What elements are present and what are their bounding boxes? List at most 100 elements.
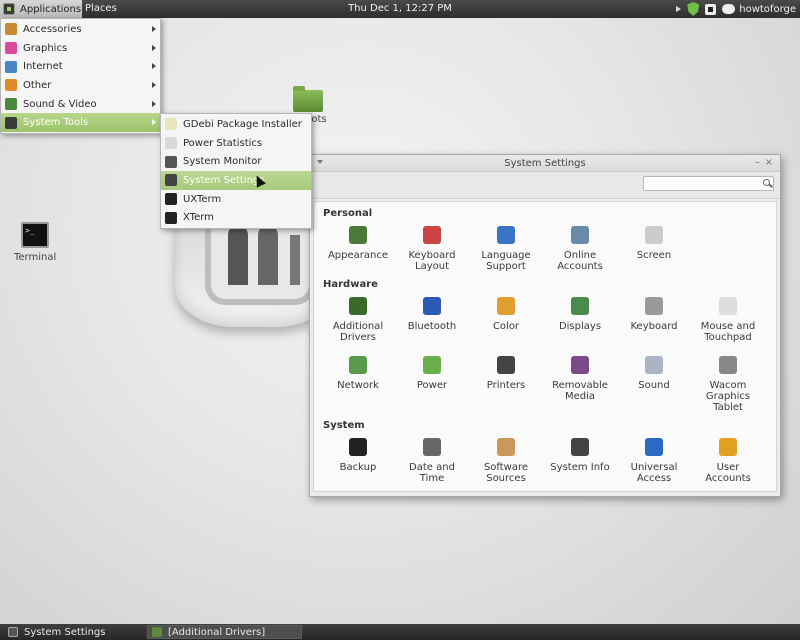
settings-item-power[interactable]: Power <box>397 356 467 391</box>
menu-item-uxterm[interactable]: UXTerm <box>161 190 311 209</box>
settings-item-displays[interactable]: Displays <box>545 297 615 332</box>
settings-item-additional-drivers[interactable]: Additional Drivers <box>323 297 393 343</box>
online-accounts-icon <box>571 226 589 244</box>
system-settings-icon <box>8 627 18 637</box>
taskbar-item-label: [Additional Drivers] <box>168 626 266 638</box>
settings-item-mouse-and-touchpad[interactable]: Mouse and Touchpad <box>693 297 763 343</box>
shield-icon[interactable] <box>687 2 700 16</box>
settings-item-online-accounts[interactable]: Online Accounts <box>545 226 615 272</box>
mouse-icon <box>719 297 737 315</box>
graphics-icon <box>5 42 17 55</box>
appearance-icon <box>349 226 367 244</box>
settings-item-universal-access[interactable]: Universal Access <box>619 438 689 484</box>
system-monitor-icon <box>165 155 177 168</box>
menu-item-label: XTerm <box>183 212 214 224</box>
chevron-right-icon <box>152 100 156 107</box>
settings-item-screen[interactable]: Screen <box>619 226 689 261</box>
menu-item-accessories[interactable]: Accessories <box>1 20 160 39</box>
bluetooth-icon <box>423 297 441 315</box>
menu-item-sound-video[interactable]: Sound & Video <box>1 95 160 114</box>
menu-item-label: Graphics <box>23 42 68 54</box>
additional-drivers-icon <box>349 297 367 315</box>
mint-logo-stroke <box>258 225 278 285</box>
system-info-icon <box>571 438 589 456</box>
settings-item-keyboard-layout[interactable]: Keyboard Layout <box>397 226 467 272</box>
menu-item-graphics[interactable]: Graphics <box>1 39 160 58</box>
section-title: Personal <box>323 208 373 219</box>
applications-menu-button[interactable]: Applications <box>0 0 82 18</box>
menu-item-system-monitor[interactable]: System Monitor <box>161 152 311 171</box>
chevron-right-icon <box>152 119 156 126</box>
search-icon[interactable] <box>763 179 770 186</box>
settings-panel: Personal Appearance Keyboard Layout Languag… <box>313 201 777 492</box>
menu-item-other[interactable]: Other <box>1 76 160 95</box>
uxterm-icon <box>165 193 177 206</box>
desktop-terminal[interactable]: >_ Terminal <box>14 222 56 263</box>
places-menu-button[interactable]: Places <box>85 3 117 14</box>
settings-item-backup[interactable]: Backup <box>323 438 393 473</box>
settings-item-label: Appearance <box>327 250 389 261</box>
window-menu-icon[interactable] <box>317 160 323 164</box>
mint-logo-stroke <box>228 225 248 285</box>
settings-item-label: Displays <box>558 321 602 332</box>
menu-item-label: Other <box>23 79 52 91</box>
menu-item-system-tools[interactable]: System Tools <box>1 113 160 133</box>
settings-item-wacom-graphics-tablet[interactable]: Wacom Graphics Tablet <box>693 356 763 413</box>
settings-item-software-sources[interactable]: Software Sources <box>471 438 541 484</box>
settings-item-sound[interactable]: Sound <box>619 356 689 391</box>
volume-icon[interactable] <box>676 6 682 12</box>
menu-item-system-settings[interactable]: System Settings <box>161 171 311 190</box>
settings-item-label: Universal Access <box>630 462 678 484</box>
menu-item-power-statistics[interactable]: Power Statistics <box>161 134 311 153</box>
settings-item-label: Removable Media <box>552 380 608 402</box>
settings-item-removable-media[interactable]: Removable Media <box>545 356 615 402</box>
menu-item-label: Power Statistics <box>183 137 263 149</box>
taskbar-item-additional-drivers[interactable]: [Additional Drivers] <box>147 625 302 639</box>
settings-item-language-support[interactable]: Language Support <box>471 226 541 272</box>
menu-item-label: UXTerm <box>183 193 222 205</box>
menu-item-label: System Tools <box>23 117 89 129</box>
top-panel: Applications Places Thu Dec 1, 12:27 PM … <box>0 0 800 18</box>
settings-item-network[interactable]: Network <box>323 356 393 391</box>
battery-icon[interactable] <box>705 3 717 15</box>
menu-item-label: Accessories <box>23 23 82 35</box>
window-titlebar[interactable]: System Settings – × <box>310 155 780 172</box>
sound-video-icon <box>5 98 17 111</box>
desktop-terminal-label: Terminal <box>14 252 57 263</box>
menu-item-internet[interactable]: Internet <box>1 57 160 76</box>
system-tools-submenu: GDebi Package Installer Power Statistics S… <box>160 113 312 229</box>
settings-item-user-accounts[interactable]: User Accounts <box>693 438 763 484</box>
settings-item-system-info[interactable]: System Info <box>545 438 615 473</box>
settings-item-label: Keyboard <box>630 321 678 332</box>
settings-item-label: Language Support <box>481 250 531 272</box>
menu-item-xterm[interactable]: XTerm <box>161 208 311 227</box>
menu-item-gdebi-package-installer[interactable]: GDebi Package Installer <box>161 115 311 134</box>
window-toolbar <box>310 172 780 199</box>
search-input[interactable] <box>643 176 774 191</box>
xterm-icon <box>165 211 177 224</box>
chat-icon[interactable] <box>722 4 736 14</box>
close-button[interactable]: × <box>765 157 773 168</box>
mint-logo-icon <box>3 3 15 15</box>
minimize-button[interactable]: – <box>755 157 760 168</box>
settings-item-date-and-time[interactable]: Date and Time <box>397 438 467 484</box>
settings-item-appearance[interactable]: Appearance <box>323 226 393 261</box>
internet-icon <box>5 60 17 73</box>
system-settings-icon <box>165 174 177 187</box>
system-tools-icon <box>5 116 17 129</box>
settings-item-printers[interactable]: Printers <box>471 356 541 391</box>
bottom-panel: System Settings [Additional Drivers] <box>0 624 800 640</box>
settings-item-bluetooth[interactable]: Bluetooth <box>397 297 467 332</box>
settings-item-keyboard[interactable]: Keyboard <box>619 297 689 332</box>
user-menu[interactable]: howtoforge <box>739 4 796 15</box>
settings-item-label: Keyboard Layout <box>408 250 456 272</box>
taskbar-item-system-settings[interactable]: System Settings <box>4 625 146 639</box>
sound-icon <box>645 356 663 374</box>
displays-icon <box>571 297 589 315</box>
chevron-right-icon <box>152 82 156 89</box>
chevron-right-icon <box>152 44 156 51</box>
chevron-right-icon <box>152 63 156 70</box>
settings-item-label: Date and Time <box>409 462 455 484</box>
universal-access-icon <box>645 438 663 456</box>
settings-item-color[interactable]: Color <box>471 297 541 332</box>
